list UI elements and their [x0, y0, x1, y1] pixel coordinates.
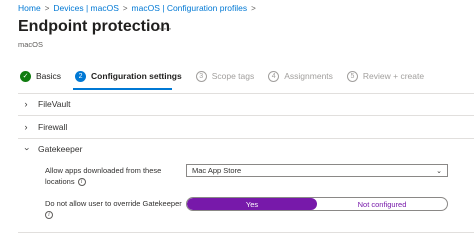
breadcrumb-configuration-profiles-link[interactable]: macOS | Configuration profiles: [132, 3, 248, 13]
more-options-icon[interactable]: ···: [158, 21, 173, 35]
divider: [18, 93, 474, 94]
active-step-underline: [73, 88, 172, 90]
allow-apps-label-text: locations: [45, 177, 75, 186]
section-label: Gatekeeper: [38, 144, 83, 154]
dropdown-value: Mac App Store: [192, 166, 242, 175]
breadcrumb-separator: >: [44, 3, 50, 13]
wizard-step-label: Assignments: [284, 71, 333, 81]
wizard-step-label: Scope tags: [211, 71, 255, 81]
divider: [18, 115, 474, 116]
step-number-icon: 5: [346, 70, 358, 82]
wizard-step-review-create[interactable]: 5 Review + create: [346, 70, 425, 82]
allow-apps-label: Allow apps downloaded from these locatio…: [45, 165, 161, 187]
section-firewall[interactable]: › Firewall: [20, 120, 68, 134]
allow-apps-label-line2: locations i: [45, 176, 161, 187]
breadcrumb: Home > Devices | macOS > macOS | Configu…: [18, 3, 260, 13]
toggle-option-not-configured[interactable]: Not configured: [317, 198, 447, 210]
step-number-icon: 4: [268, 70, 280, 82]
section-filevault[interactable]: › FileVault: [20, 97, 71, 111]
chevron-right-icon: ›: [24, 99, 28, 109]
wizard-step-basics[interactable]: ✓ Basics: [20, 70, 62, 82]
allow-apps-dropdown[interactable]: Mac App Store ⌄: [186, 164, 448, 177]
breadcrumb-separator: >: [122, 3, 128, 13]
section-label: FileVault: [38, 99, 71, 109]
wizard-step-label: Configuration settings: [91, 71, 182, 81]
page-subtitle: macOS: [18, 40, 44, 49]
section-gatekeeper[interactable]: ‹ Gatekeeper: [20, 142, 82, 156]
divider: [18, 138, 474, 139]
chevron-right-icon: ›: [24, 122, 28, 132]
override-gatekeeper-toggle[interactable]: Yes Not configured: [186, 197, 448, 211]
wizard-step-scope-tags[interactable]: 3 Scope tags: [195, 70, 255, 82]
divider: [18, 232, 474, 233]
chevron-down-icon: ⌄: [436, 167, 442, 175]
chevron-down-icon: ‹: [21, 147, 31, 151]
wizard-steps: ✓ Basics 2 Configuration settings 3 Scop…: [20, 68, 438, 84]
override-gatekeeper-label-text: Do not allow user to override Gatekeeper: [45, 199, 182, 208]
wizard-step-label: Review + create: [362, 71, 425, 81]
wizard-step-label: Basics: [36, 71, 62, 81]
section-label: Firewall: [38, 122, 68, 132]
override-gatekeeper-info-row: i: [45, 209, 182, 220]
toggle-option-yes[interactable]: Yes: [187, 198, 317, 210]
info-icon[interactable]: i: [45, 211, 53, 220]
checkmark-icon: ✓: [20, 70, 31, 82]
breadcrumb-devices-macos-link[interactable]: Devices | macOS: [53, 3, 119, 13]
wizard-step-assignments[interactable]: 4 Assignments: [268, 70, 333, 82]
wizard-step-configuration-settings[interactable]: 2 Configuration settings: [75, 70, 182, 82]
page-title: Endpoint protection: [18, 18, 170, 35]
override-gatekeeper-label: Do not allow user to override Gatekeeper…: [45, 198, 182, 220]
step-number-icon: 3: [195, 70, 207, 82]
breadcrumb-separator: >: [251, 3, 256, 13]
step-number-icon: 2: [75, 70, 87, 82]
allow-apps-label-line1: Allow apps downloaded from these: [45, 166, 162, 175]
breadcrumb-home-link[interactable]: Home: [18, 3, 41, 13]
info-icon[interactable]: i: [77, 178, 86, 187]
